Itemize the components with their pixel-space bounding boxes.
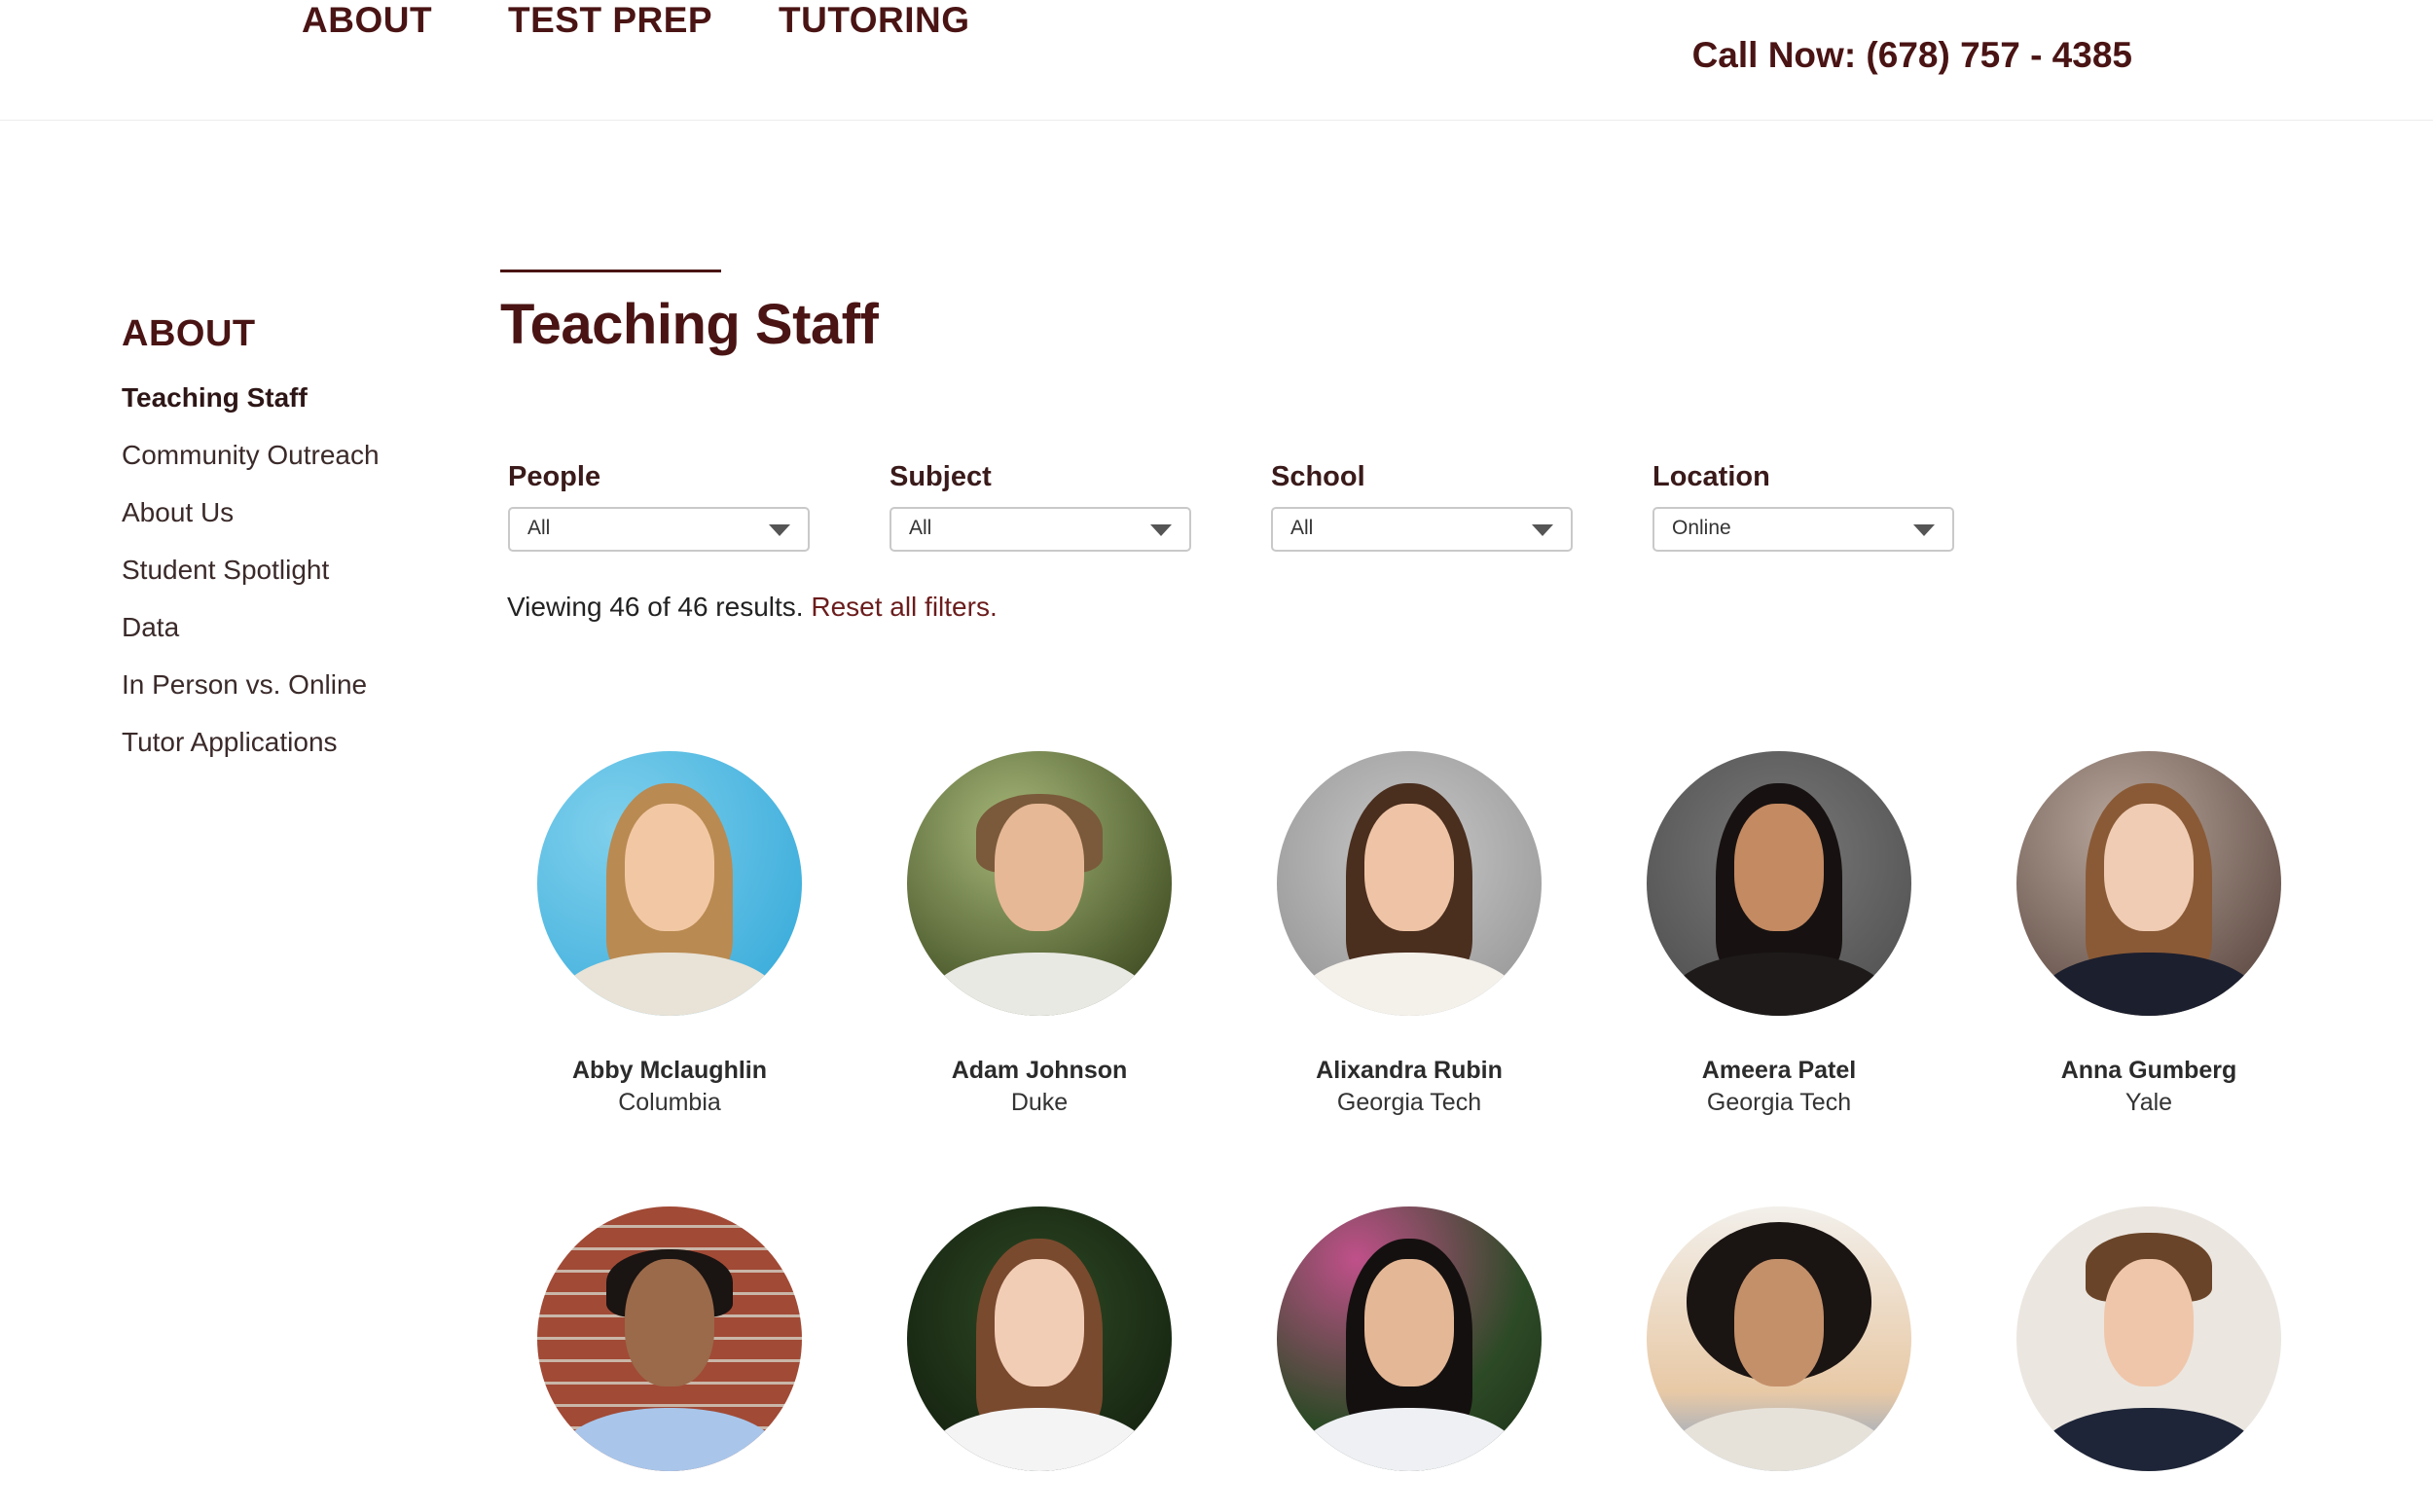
tutor-name: Ameera Patel	[1701, 1057, 1857, 1084]
results-summary: Viewing 46 of 46 results. Reset all filt…	[507, 592, 998, 623]
tutor-photo	[907, 751, 1172, 1016]
tutor-photo	[1647, 751, 1911, 1016]
tutor-name: Alixandra Rubin	[1316, 1057, 1503, 1084]
select-value: All	[527, 517, 551, 539]
tutor-photo	[537, 751, 802, 1016]
reset-filters-link[interactable]: Reset all filters.	[811, 592, 997, 622]
select-value: Online	[1672, 517, 1731, 539]
tutor-photo	[2016, 751, 2281, 1016]
tutor-card[interactable]: Ameera Patel Georgia Tech	[1594, 751, 1964, 1117]
filter-school: School All	[1271, 461, 1573, 552]
sidebar-item-about-us[interactable]: About Us	[122, 495, 433, 553]
filter-label: Location	[1652, 461, 1770, 492]
tutor-card[interactable]	[1964, 1206, 2334, 1512]
filter-label: School	[1271, 461, 1365, 492]
tutor-card[interactable]	[1594, 1206, 1964, 1512]
location-select[interactable]: Online	[1652, 507, 1954, 552]
school-select[interactable]: All	[1271, 507, 1573, 552]
tutor-photo	[1277, 1206, 1542, 1471]
top-navigation-bar: ABOUT TEST PREP TUTORING Call Now: (678)…	[0, 0, 2433, 121]
nav-tutoring[interactable]: TUTORING	[779, 0, 970, 41]
sidebar-title: ABOUT	[122, 313, 256, 354]
tutor-card[interactable]	[854, 1206, 1224, 1512]
tutor-photo	[537, 1206, 802, 1471]
chevron-down-icon	[1150, 524, 1172, 536]
tutor-card[interactable]	[485, 1206, 854, 1512]
tutor-name: Anna Gumberg	[2060, 1057, 2237, 1084]
tutor-card[interactable]	[1224, 1206, 1594, 1512]
sidebar-item-community-outreach[interactable]: Community Outreach	[122, 438, 433, 495]
sidebar-item-in-person-vs-online[interactable]: In Person vs. Online	[122, 667, 433, 725]
sidebar: ABOUT Teaching Staff Community Outreach …	[122, 313, 433, 782]
tutor-school: Duke	[1010, 1089, 1069, 1116]
tutor-name: Adam Johnson	[951, 1057, 1128, 1084]
filter-people: People All	[508, 461, 810, 552]
select-value: All	[1290, 517, 1314, 539]
sidebar-item-data[interactable]: Data	[122, 610, 433, 667]
filter-location: Location Online	[1652, 461, 1954, 552]
tutor-card[interactable]: Anna Gumberg Yale	[1964, 751, 2334, 1117]
tutor-card[interactable]: Adam Johnson Duke	[854, 751, 1224, 1117]
call-now-link[interactable]: Call Now: (678) 757 - 4385	[1692, 35, 2132, 76]
page-title: Teaching Staff	[500, 293, 879, 356]
sidebar-item-student-spotlight[interactable]: Student Spotlight	[122, 553, 433, 610]
nav-test-prep[interactable]: TEST PREP	[508, 0, 712, 41]
nav-about[interactable]: ABOUT	[302, 0, 432, 41]
tutor-school: Yale	[2124, 1089, 2173, 1116]
tutor-school: Columbia	[618, 1089, 721, 1116]
tutor-card[interactable]: Alixandra Rubin Georgia Tech	[1224, 751, 1594, 1117]
tutor-school: Georgia Tech	[1706, 1089, 1852, 1116]
chevron-down-icon	[769, 524, 790, 536]
subject-select[interactable]: All	[890, 507, 1191, 552]
tutor-photo	[1277, 751, 1542, 1016]
tutor-photo	[907, 1206, 1172, 1471]
title-accent-rule	[500, 270, 721, 272]
tutor-photo	[1647, 1206, 1911, 1471]
sidebar-item-teaching-staff[interactable]: Teaching Staff	[122, 380, 433, 438]
results-count-text: Viewing 46 of 46 results.	[507, 592, 804, 622]
filter-subject: Subject All	[890, 461, 1191, 552]
select-value: All	[909, 517, 932, 539]
tutor-photo	[2016, 1206, 2281, 1471]
tutor-school: Georgia Tech	[1336, 1089, 1482, 1116]
filter-label: Subject	[890, 461, 992, 492]
tutor-name: Abby Mclaughlin	[572, 1057, 767, 1084]
chevron-down-icon	[1532, 524, 1553, 536]
chevron-down-icon	[1913, 524, 1935, 536]
sidebar-item-tutor-applications[interactable]: Tutor Applications	[122, 725, 433, 782]
people-select[interactable]: All	[508, 507, 810, 552]
filter-label: People	[508, 461, 601, 492]
tutor-card[interactable]: Abby Mclaughlin Columbia	[485, 751, 854, 1117]
